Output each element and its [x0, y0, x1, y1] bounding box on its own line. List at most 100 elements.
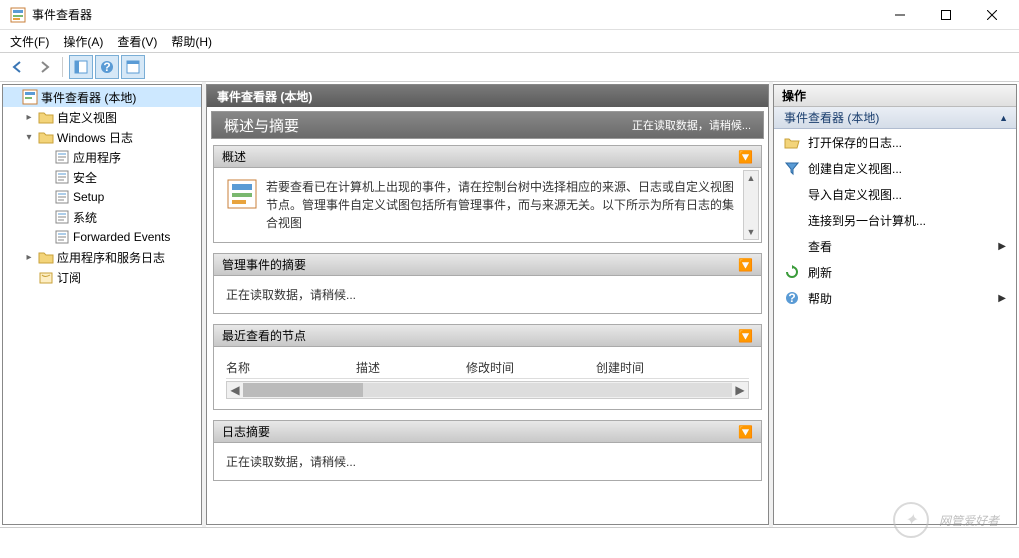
- window-title: 事件查看器: [32, 6, 877, 23]
- action-help[interactable]: ? 帮助 ▶: [774, 285, 1016, 311]
- back-button[interactable]: [6, 55, 30, 79]
- folder-open-icon: [38, 129, 54, 145]
- menu-view[interactable]: 查看(V): [117, 33, 157, 50]
- center-sub-status: 正在读取数据，请稍候...: [632, 117, 751, 133]
- log-summary-text: 正在读取数据，请稍候...: [226, 455, 356, 469]
- tree-panel: 事件查看器 (本地) ▸ 自定义视图 ▾ Windows 日志 应用程序 安全: [2, 84, 202, 525]
- col-name[interactable]: 名称: [226, 359, 356, 376]
- menu-file[interactable]: 文件(F): [10, 33, 49, 50]
- overview-title-bar[interactable]: 概述 🔽: [214, 146, 761, 168]
- center-body: 概述 🔽 若要查看已在计算机上出现的事件，请在控制台树中选择相应的来源、日志或自…: [207, 139, 768, 524]
- folder-icon: [38, 109, 54, 125]
- tree-application-label: 应用程序: [73, 149, 121, 166]
- action-open-saved-label: 打开保存的日志...: [808, 134, 902, 151]
- close-button[interactable]: [969, 0, 1015, 30]
- wechat-icon: ✦: [893, 502, 929, 538]
- log-icon: [54, 149, 70, 165]
- actions-group-title[interactable]: 事件查看器 (本地) ▲: [774, 107, 1016, 129]
- tree-subscriptions[interactable]: 订阅: [3, 267, 201, 287]
- actions-group-label: 事件查看器 (本地): [784, 109, 879, 126]
- chevron-down-icon: 🔽: [738, 150, 753, 164]
- admin-title-bar[interactable]: 管理事件的摘要 🔽: [214, 254, 761, 276]
- action-connect-other-label: 连接到另一台计算机...: [808, 212, 926, 229]
- properties-button[interactable]: [121, 55, 145, 79]
- blank-icon: [784, 212, 800, 228]
- collapse-icon[interactable]: ▾: [23, 132, 35, 143]
- tree-app-service-label: 应用程序和服务日志: [57, 249, 165, 266]
- eventviewer-icon: [22, 89, 38, 105]
- action-create-custom-label: 创建自定义视图...: [808, 160, 902, 177]
- action-create-custom[interactable]: 创建自定义视图...: [774, 155, 1016, 181]
- tree-security[interactable]: 安全: [3, 167, 201, 187]
- refresh-icon: [784, 264, 800, 280]
- center-header: 事件查看器 (本地): [207, 85, 768, 107]
- scroll-down-icon[interactable]: ▼: [744, 225, 758, 239]
- log-icon: [54, 229, 70, 245]
- subscription-icon: [38, 269, 54, 285]
- tree-security-label: 安全: [73, 169, 97, 186]
- action-connect-other[interactable]: 连接到另一台计算机...: [774, 207, 1016, 233]
- admin-title: 管理事件的摘要: [222, 256, 306, 273]
- log-summary-title-bar[interactable]: 日志摘要 🔽: [214, 421, 761, 443]
- scrollbar-thumb[interactable]: [243, 383, 363, 397]
- blank-icon: [784, 186, 800, 202]
- action-refresh[interactable]: 刷新: [774, 259, 1016, 285]
- scroll-up-icon[interactable]: ▲: [744, 171, 758, 185]
- tree-application[interactable]: 应用程序: [3, 147, 201, 167]
- log-summary-section: 日志摘要 🔽 正在读取数据，请稍候...: [213, 420, 762, 481]
- main-area: 事件查看器 (本地) ▸ 自定义视图 ▾ Windows 日志 应用程序 安全: [0, 82, 1019, 528]
- tree-windows-logs-label: Windows 日志: [57, 129, 133, 146]
- tree-setup[interactable]: Setup: [3, 187, 201, 207]
- admin-events-section: 管理事件的摘要 🔽 正在读取数据，请稍候...: [213, 253, 762, 314]
- tree-custom-views-label: 自定义视图: [57, 109, 117, 126]
- overview-scrollbar[interactable]: ▲ ▼: [743, 170, 759, 240]
- help-button[interactable]: ?: [95, 55, 119, 79]
- title-bar: 事件查看器: [0, 0, 1019, 30]
- show-tree-button[interactable]: [69, 55, 93, 79]
- col-desc[interactable]: 描述: [356, 359, 466, 376]
- action-view[interactable]: 查看 ▶: [774, 233, 1016, 259]
- nodes-table-header: 名称 描述 修改时间 创建时间: [226, 357, 749, 379]
- tree-root[interactable]: 事件查看器 (本地): [3, 87, 201, 107]
- tree-app-service-logs[interactable]: ▸ 应用程序和服务日志: [3, 247, 201, 267]
- svg-text:?: ?: [103, 60, 110, 74]
- center-panel: 事件查看器 (本地) 概述与摘要 正在读取数据，请稍候... 概述 🔽 若要查看…: [206, 84, 769, 525]
- menu-action[interactable]: 操作(A): [63, 33, 103, 50]
- scroll-right-icon[interactable]: ▶: [732, 383, 748, 397]
- action-refresh-label: 刷新: [808, 264, 832, 281]
- maximize-button[interactable]: [923, 0, 969, 30]
- log-icon: [54, 189, 70, 205]
- expand-icon[interactable]: ▸: [23, 112, 35, 123]
- overview-text: 若要查看已在计算机上出现的事件，请在控制台树中选择相应的来源、日志或自定义视图节…: [266, 178, 737, 232]
- tree-system[interactable]: 系统: [3, 207, 201, 227]
- chevron-down-icon: 🔽: [738, 258, 753, 272]
- col-modified[interactable]: 修改时间: [466, 359, 596, 376]
- nodes-hscrollbar[interactable]: ◀ ▶: [226, 381, 749, 399]
- admin-text: 正在读取数据，请稍候...: [226, 288, 356, 302]
- overview-section: 概述 🔽 若要查看已在计算机上出现的事件，请在控制台树中选择相应的来源、日志或自…: [213, 145, 762, 243]
- menu-help[interactable]: 帮助(H): [171, 33, 212, 50]
- tree-forwarded-label: Forwarded Events: [73, 230, 170, 244]
- forward-button[interactable]: [32, 55, 56, 79]
- scroll-left-icon[interactable]: ◀: [227, 383, 243, 397]
- chevron-down-icon: 🔽: [738, 425, 753, 439]
- minimize-button[interactable]: [877, 0, 923, 30]
- folder-icon: [38, 249, 54, 265]
- watermark-text: 网管爱好者: [939, 512, 999, 529]
- svg-text:?: ?: [788, 291, 795, 305]
- action-view-label: 查看: [808, 238, 832, 255]
- action-open-saved[interactable]: 打开保存的日志...: [774, 129, 1016, 155]
- tree-windows-logs[interactable]: ▾ Windows 日志: [3, 127, 201, 147]
- action-import-custom[interactable]: 导入自定义视图...: [774, 181, 1016, 207]
- tree-root-label: 事件查看器 (本地): [41, 89, 136, 106]
- tree-subscriptions-label: 订阅: [57, 269, 81, 286]
- nodes-title: 最近查看的节点: [222, 327, 306, 344]
- action-help-label: 帮助: [808, 290, 832, 307]
- col-created[interactable]: 创建时间: [596, 359, 706, 376]
- arrow-right-icon: ▶: [998, 293, 1006, 304]
- nodes-title-bar[interactable]: 最近查看的节点 🔽: [214, 325, 761, 347]
- tree-custom-views[interactable]: ▸ 自定义视图: [3, 107, 201, 127]
- expand-icon[interactable]: ▸: [23, 252, 35, 263]
- tree-forwarded[interactable]: Forwarded Events: [3, 227, 201, 247]
- toolbar: ?: [0, 52, 1019, 82]
